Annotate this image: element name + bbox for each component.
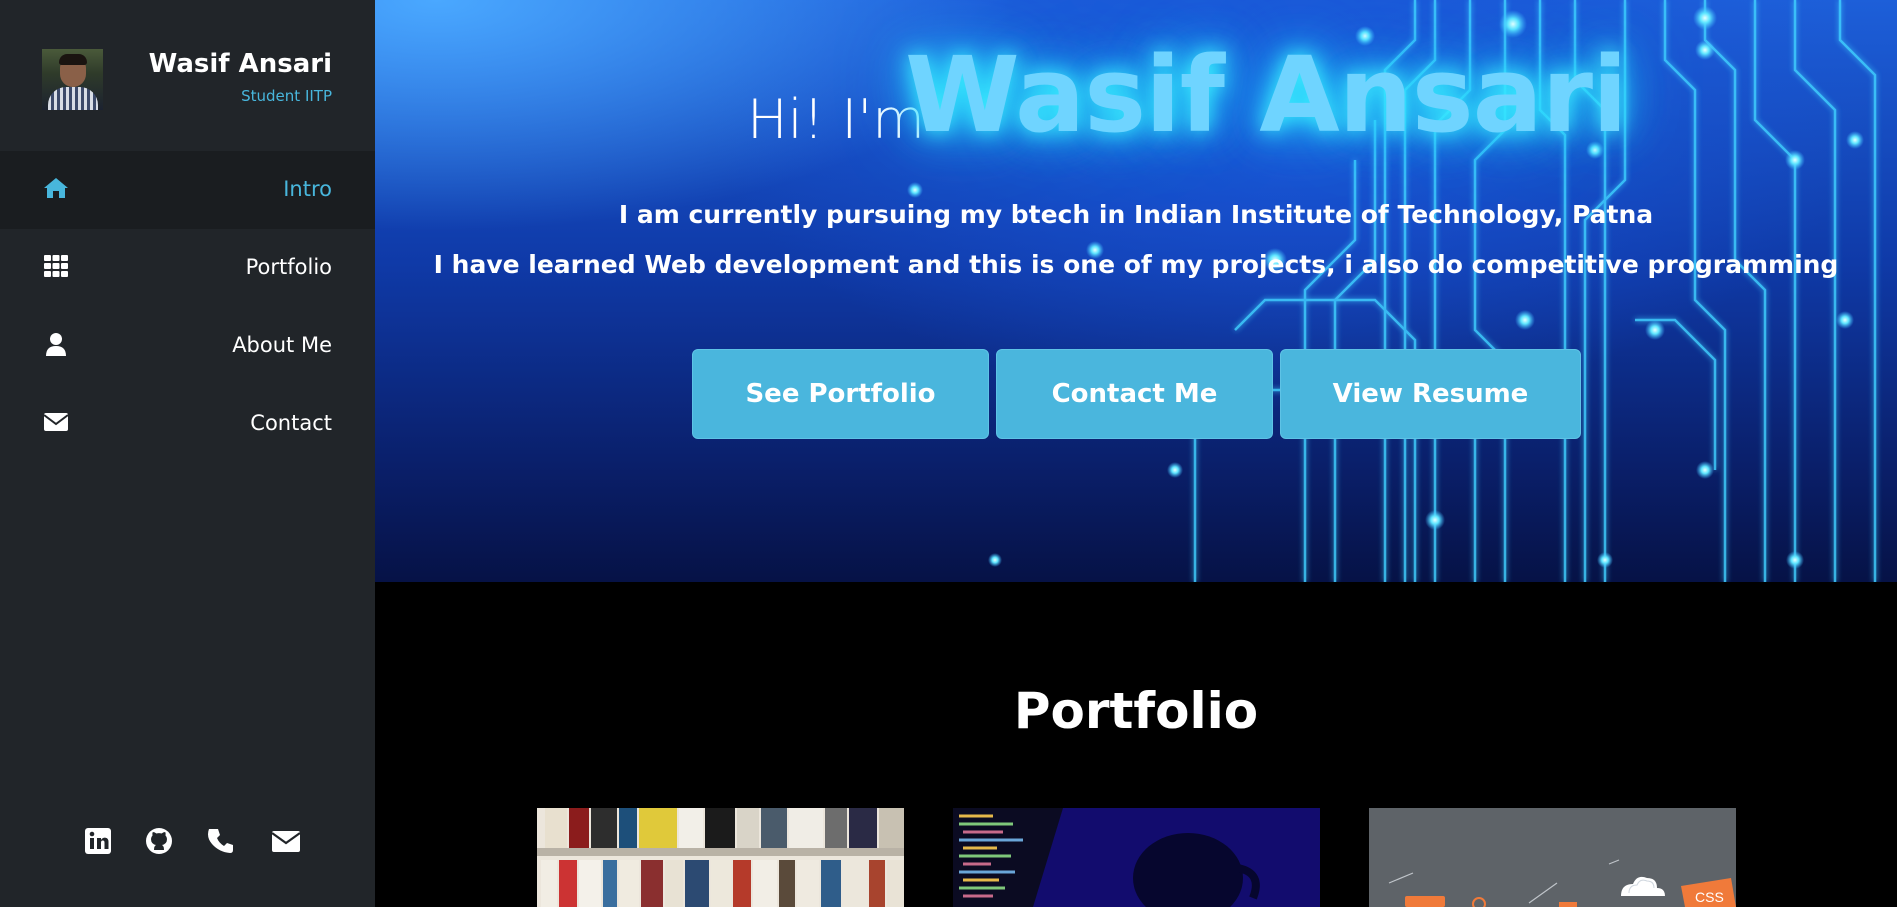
portfolio-card-books[interactable] xyxy=(537,808,904,907)
sidebar-item-label: Contact xyxy=(250,411,332,435)
envelope-icon xyxy=(43,409,69,435)
books-image xyxy=(537,808,904,907)
sidebar-nav: Intro Portfolio About Me Contact xyxy=(0,151,375,463)
sidebar: Wasif Ansari Student IITP Intro Portfoli… xyxy=(0,0,375,907)
profile-name: Wasif Ansari xyxy=(148,49,332,79)
grid-icon xyxy=(43,253,69,279)
github-icon[interactable] xyxy=(144,826,176,858)
sidebar-item-contact[interactable]: Contact xyxy=(0,385,375,463)
portfolio-card-web[interactable]: CSS xyxy=(1369,808,1736,907)
contact-me-button[interactable]: Contact Me xyxy=(996,349,1273,439)
email-icon[interactable] xyxy=(271,826,303,858)
sidebar-item-label: About Me xyxy=(232,333,332,357)
profile-role: Student IITP xyxy=(241,87,332,105)
see-portfolio-button[interactable]: See Portfolio xyxy=(692,349,989,439)
hero-description-line1: I am currently pursuing my btech in Indi… xyxy=(618,200,1654,229)
code-image xyxy=(953,808,1320,907)
sidebar-item-label: Intro xyxy=(283,177,332,201)
hero-name: Wasif Ansari xyxy=(905,34,1628,156)
hero-section: Hi! I'm Wasif Ansari I am currently purs… xyxy=(375,0,1897,582)
user-icon xyxy=(43,331,69,357)
sidebar-item-intro[interactable]: Intro xyxy=(0,151,375,229)
css-badge: CSS xyxy=(1695,889,1724,905)
hero-description-line2: I have learned Web development and this … xyxy=(433,250,1839,279)
sidebar-item-label: Portfolio xyxy=(245,255,332,279)
portfolio-card-code[interactable] xyxy=(953,808,1320,907)
hero-greeting: Hi! I'm xyxy=(747,88,925,151)
view-resume-button[interactable]: View Resume xyxy=(1280,349,1581,439)
portfolio-title: Portfolio xyxy=(1013,682,1259,740)
sidebar-item-portfolio[interactable]: Portfolio xyxy=(0,229,375,307)
profile-header: Wasif Ansari Student IITP xyxy=(0,0,375,150)
web-image: CSS xyxy=(1369,808,1736,907)
social-links xyxy=(0,826,375,866)
home-icon xyxy=(43,175,69,201)
avatar xyxy=(42,49,103,110)
sidebar-item-about[interactable]: About Me xyxy=(0,307,375,385)
linkedin-icon[interactable] xyxy=(83,826,115,858)
phone-icon[interactable] xyxy=(207,826,239,858)
portfolio-section: Portfolio CSS xyxy=(375,582,1897,907)
